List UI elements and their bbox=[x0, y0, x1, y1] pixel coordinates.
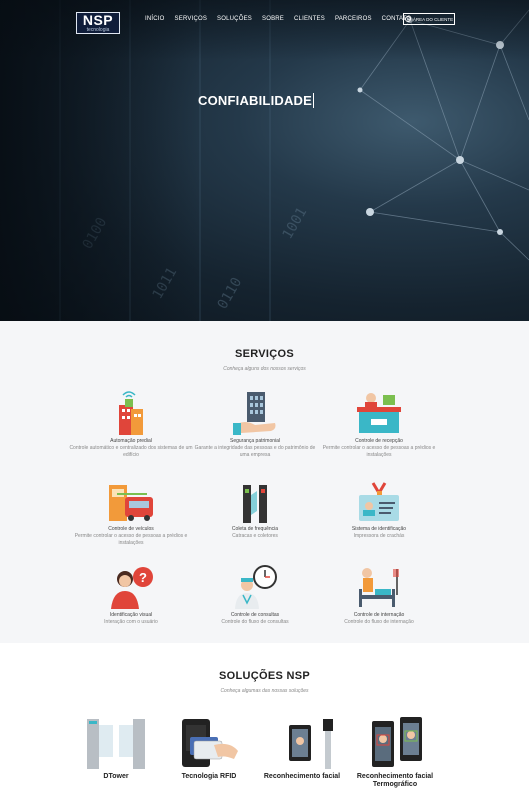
service-desc: Controle do fluxo de consultas bbox=[221, 619, 289, 625]
service-title: Controle de recepção bbox=[355, 438, 403, 444]
building-wifi-icon bbox=[119, 391, 143, 435]
hero-title-text: CONFIABILIDADE bbox=[198, 93, 313, 108]
solutions-section: SOLUÇÕES NSP Conheça algumas das nossas … bbox=[0, 643, 529, 806]
gate-tower-icon bbox=[87, 719, 145, 769]
service-desc: Garante a integridade das pessoas e do p… bbox=[194, 445, 316, 458]
service-title: Identificação visual bbox=[109, 612, 153, 618]
service-desc: Controle automático e centralizado dos s… bbox=[69, 445, 193, 458]
service-internacao[interactable]: Controle de internação Controle do fluxo… bbox=[314, 565, 444, 626]
services-subtitle: Conheça alguns dos nossos serviços bbox=[223, 366, 306, 372]
solution-dtower[interactable]: DTower bbox=[66, 715, 166, 781]
nav-item-parceiros[interactable]: PARCEIROS bbox=[335, 15, 372, 24]
hero-title: CONFIABILIDADE bbox=[198, 93, 315, 108]
vehicle-gate-icon bbox=[109, 485, 153, 521]
services-title: SERVIÇOS bbox=[234, 348, 295, 360]
nsp-logo[interactable]: NSP tecnologia bbox=[76, 12, 120, 34]
solution-label: Reconhecimento facial Termográfico bbox=[356, 773, 434, 788]
svg-text:1001: 1001 bbox=[280, 205, 311, 242]
solutions-title: SOLUÇÕES NSP bbox=[218, 670, 310, 682]
building-hand-icon bbox=[233, 392, 276, 435]
service-desc: Catracas e coletores bbox=[232, 533, 278, 539]
solution-thermal[interactable]: Reconhecimento facial Termográfico bbox=[345, 715, 445, 789]
nav-item-solucoes[interactable]: SOLUÇÕES bbox=[217, 15, 252, 24]
service-title: Coleta de frequência bbox=[231, 526, 279, 532]
solution-facial[interactable]: Reconhecimento facial bbox=[252, 715, 352, 781]
solution-label: DTower bbox=[103, 773, 129, 780]
svg-text:0110: 0110 bbox=[215, 275, 246, 312]
service-frequencia[interactable]: Coleta de frequência Catracas e coletore… bbox=[190, 481, 320, 540]
thermal-terminal-icon bbox=[372, 717, 422, 767]
service-desc: Permite controlar o acesso de pessoas a … bbox=[74, 533, 188, 546]
nav-item-inicio[interactable]: INÍCIO bbox=[145, 15, 165, 24]
solution-rfid[interactable]: Tecnologia RFID bbox=[159, 715, 259, 781]
client-area-button[interactable]: ÁREA DO CLIENTE bbox=[403, 13, 455, 25]
service-title: Automação predial bbox=[110, 438, 152, 444]
service-veiculos[interactable]: Controle de veículos Permite controlar o… bbox=[66, 481, 196, 547]
doctor-clock-icon bbox=[235, 565, 277, 609]
solution-label: Tecnologia RFID bbox=[181, 773, 237, 780]
nav-item-clientes[interactable]: CLIENTES bbox=[294, 15, 325, 24]
rfid-card-icon bbox=[182, 719, 238, 767]
hospital-bed-icon bbox=[359, 568, 399, 607]
service-title: Sistema de identificação bbox=[351, 526, 407, 532]
client-area-label: ÁREA DO CLIENTE bbox=[412, 16, 454, 22]
services-section: SERVIÇOS Conheça alguns dos nossos servi… bbox=[0, 321, 529, 643]
reception-desk-icon bbox=[357, 393, 401, 433]
main-nav: INÍCIO SERVIÇOS SOLUÇÕES SOBRE CLIENTES … bbox=[145, 15, 421, 24]
service-title: Controle de internação bbox=[353, 612, 405, 618]
service-desc: Controle do fluxo de internação bbox=[344, 619, 414, 625]
service-title: Controle de consultas bbox=[230, 612, 280, 618]
text-caret bbox=[313, 93, 315, 108]
service-identificacao[interactable]: Sistema de identificação Impressora de c… bbox=[314, 481, 444, 540]
turnstile-icon bbox=[243, 485, 267, 523]
service-title: Controle de veículos bbox=[108, 526, 154, 532]
face-terminal-icon bbox=[289, 719, 333, 769]
user-icon bbox=[404, 16, 411, 22]
logo-text: NSP bbox=[82, 12, 114, 28]
service-consultas[interactable]: Controle de consultas Controle do fluxo … bbox=[190, 565, 320, 626]
service-title: Segurança patrimonial bbox=[229, 438, 281, 444]
service-desc: Interação com o usuário bbox=[104, 619, 158, 625]
logo-subtitle: tecnologia bbox=[86, 27, 110, 33]
service-recepcao[interactable]: Controle de recepção Permite controlar o… bbox=[314, 389, 444, 459]
solution-label: Reconhecimento facial bbox=[263, 773, 341, 780]
service-desc: Impressora de crachás bbox=[353, 533, 405, 539]
person-question-icon: ? bbox=[111, 567, 153, 609]
service-desc: Permite controlar o acesso de pessoas a … bbox=[322, 445, 436, 458]
service-automacao[interactable]: Automação predial Controle automático e … bbox=[66, 389, 196, 459]
solutions-subtitle: Conheça algumas das nossas soluções bbox=[220, 688, 309, 694]
id-badge-icon bbox=[359, 482, 399, 521]
hero-banner: 1001 0110 1011 0100 NSP tecnologia INÍCI… bbox=[0, 0, 529, 321]
service-visual[interactable]: ? Identificação visual Interação com o u… bbox=[66, 565, 196, 626]
nav-item-sobre[interactable]: SOBRE bbox=[262, 15, 284, 24]
service-seguranca[interactable]: Segurança patrimonial Garante a integrid… bbox=[190, 389, 320, 459]
nav-item-servicos[interactable]: SERVIÇOS bbox=[175, 15, 208, 24]
svg-text:?: ? bbox=[139, 570, 147, 585]
